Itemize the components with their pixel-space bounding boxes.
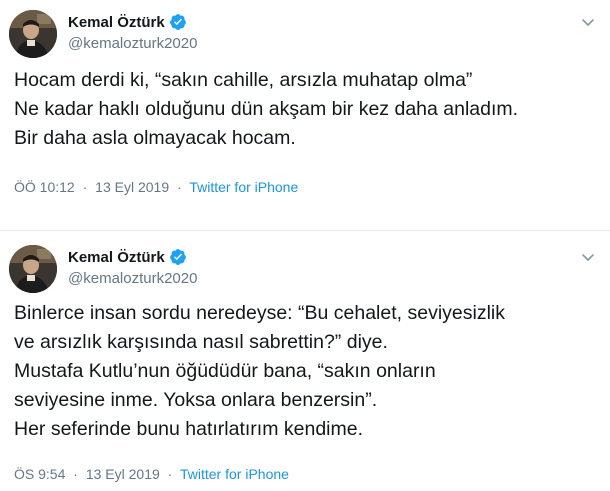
tweet-date[interactable]: 13 Eyl 2019	[95, 179, 169, 195]
avatar[interactable]	[9, 10, 57, 58]
meta-separator: ·	[82, 179, 88, 195]
meta-separator: ·	[73, 466, 78, 482]
user-handle[interactable]: @kemalozturk2020	[68, 35, 197, 52]
display-name[interactable]: Kemal Öztürk	[68, 249, 165, 266]
tweet-card[interactable]: Kemal Öztürk @kemalozturk2020 Binlerce i…	[0, 231, 610, 491]
tweet-text: Binlerce insan sordu neredeyse: “Bu ceha…	[14, 299, 604, 444]
avatar[interactable]	[9, 245, 57, 293]
tweet-text-line: Ne kadar haklı olduğunu dün akşam bir ke…	[14, 98, 519, 120]
tweet-header: Kemal Öztürk @kemalozturk2020	[68, 12, 197, 53]
tweet-text-line: Mustafa Kutlu’nun öğüdüdür bana, “sakın …	[14, 360, 436, 382]
avatar-photo	[9, 10, 57, 58]
name-row: Kemal Öztürk	[68, 247, 197, 267]
chevron-down-icon[interactable]	[580, 14, 596, 30]
tweet-meta: ÖS 9:54 · 13 Eyl 2019 · Twitter for iPho…	[14, 466, 289, 482]
tweet-date[interactable]: 13 Eyl 2019	[86, 466, 160, 482]
meta-separator: ·	[167, 466, 173, 482]
verified-badge-icon	[169, 14, 186, 30]
tweet-time[interactable]: ÖÖ 10:12	[14, 179, 75, 195]
tweet-text: Hocam derdi ki, “sakın cahille, arsızla …	[14, 66, 604, 153]
tweet-text-line: Hocam derdi ki, “sakın cahille, arsızla …	[14, 69, 473, 91]
chevron-down-icon[interactable]	[580, 249, 596, 265]
display-name[interactable]: Kemal Öztürk	[68, 14, 165, 31]
avatar-photo	[9, 245, 57, 293]
tweet-text-line: seviyesine inme. Yoksa onlara benzersin”…	[14, 389, 378, 411]
tweet-source-link[interactable]: Twitter for iPhone	[180, 466, 289, 482]
tweet-text-line: ve arsızlık karşısında nasıl sabrettin?”…	[14, 331, 388, 353]
tweet-text-line: Binlerce insan sordu neredeyse: “Bu ceha…	[14, 302, 505, 324]
user-handle[interactable]: @kemalozturk2020	[68, 270, 197, 287]
name-row: Kemal Öztürk	[68, 12, 197, 32]
tweet-meta: ÖÖ 10:12 · 13 Eyl 2019 · Twitter for iPh…	[14, 179, 298, 195]
tweet-header: Kemal Öztürk @kemalozturk2020	[68, 247, 197, 288]
tweet-time[interactable]: ÖS 9:54	[14, 466, 65, 482]
tweet-card[interactable]: Kemal Öztürk @kemalozturk2020 Hocam derd…	[0, 0, 610, 230]
tweet-source-link[interactable]: Twitter for iPhone	[189, 179, 298, 195]
tweet-text-line: Her seferinde bunu hatırlatırım kendime.	[14, 418, 364, 440]
meta-separator: ·	[177, 179, 182, 195]
tweet-text-line: Bir daha asla olmayacak hocam.	[14, 127, 296, 149]
verified-badge-icon	[169, 249, 186, 265]
